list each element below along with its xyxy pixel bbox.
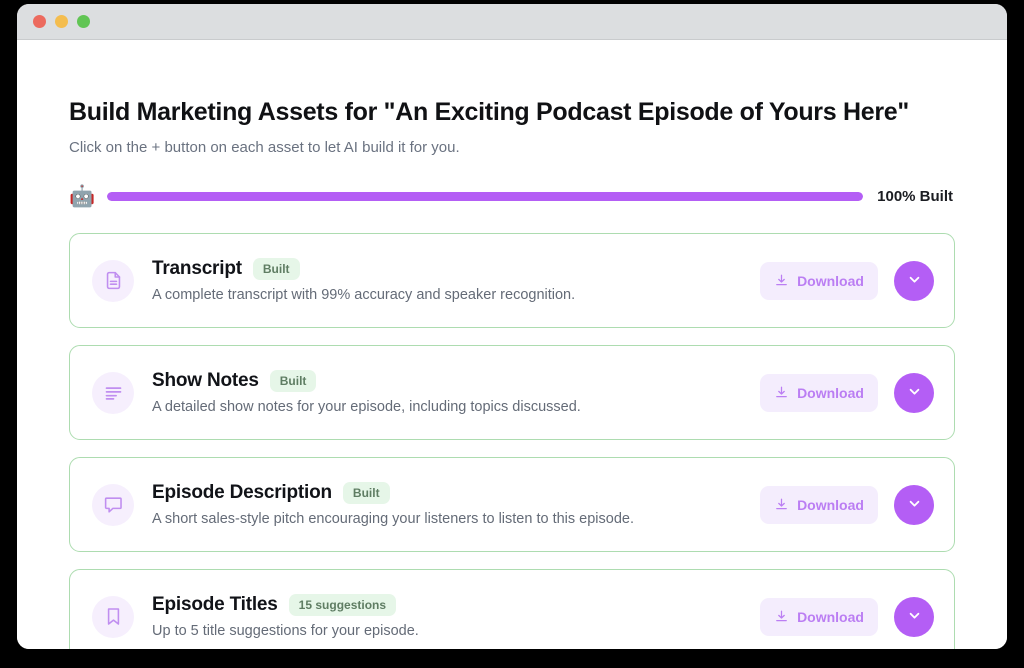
asset-text: Episode Description Built A short sales-st…	[152, 482, 746, 527]
progress-label: 100% Built	[877, 188, 953, 206]
asset-text: Show Notes Built A detailed show notes for…	[152, 370, 746, 415]
expand-asset-button[interactable]	[894, 596, 934, 637]
asset-title: Transcript	[152, 258, 242, 280]
asset-title: Episode Titles	[152, 594, 278, 616]
download-button[interactable]: Download	[760, 261, 878, 300]
asset-description: A complete transcript with 99% accuracy …	[152, 287, 576, 304]
asset-description: A detailed show notes for your episode, …	[152, 399, 581, 416]
asset-heading-row: Show Notes Built	[152, 370, 746, 393]
list-lines-icon	[92, 371, 134, 414]
download-button-label: Download	[797, 496, 864, 513]
status-badge: Built	[269, 370, 317, 393]
asset-actions: Download	[760, 484, 934, 525]
expand-asset-button[interactable]	[894, 484, 934, 525]
asset-actions: Download	[760, 372, 934, 413]
maximize-window-button[interactable]	[77, 15, 90, 28]
download-icon	[774, 385, 789, 400]
asset-text: Episode Titles 15 suggestions Up to 5 titl…	[152, 594, 746, 639]
asset-heading-row: Episode Description Built	[152, 482, 746, 505]
status-badge: Built	[252, 258, 300, 281]
download-icon	[774, 497, 789, 512]
asset-list: Transcript Built A complete transcript wit…	[69, 233, 955, 649]
asset-heading-row: Episode Titles 15 suggestions	[152, 594, 746, 617]
bookmark-icon	[92, 595, 134, 638]
download-button-label: Download	[797, 384, 864, 401]
minimize-window-button[interactable]	[55, 15, 68, 28]
download-button-label: Download	[797, 608, 864, 625]
document-icon	[92, 259, 134, 302]
asset-title: Episode Description	[152, 482, 332, 504]
asset-description: Up to 5 title suggestions for your episo…	[152, 623, 419, 640]
chevron-down-icon	[906, 271, 923, 291]
chevron-down-icon	[906, 607, 923, 627]
download-button[interactable]: Download	[760, 485, 878, 524]
status-badge: 15 suggestions	[288, 594, 397, 617]
page-subtitle: Click on the + button on each asset to l…	[69, 139, 460, 157]
asset-actions: Download	[760, 260, 934, 301]
page-title: Build Marketing Assets for "An Exciting …	[69, 98, 909, 126]
expand-asset-button[interactable]	[894, 260, 934, 301]
asset-title: Show Notes	[152, 370, 259, 392]
asset-card[interactable]: Episode Description Built A short sales-st…	[69, 457, 955, 553]
progress-bar-track	[107, 192, 864, 202]
expand-asset-button[interactable]	[894, 372, 934, 413]
asset-actions: Download	[760, 596, 934, 637]
asset-text: Transcript Built A complete transcript wit…	[152, 258, 746, 303]
download-button-label: Download	[797, 272, 864, 289]
asset-heading-row: Transcript Built	[152, 258, 746, 281]
asset-card[interactable]: Show Notes Built A detailed show notes for…	[69, 345, 955, 441]
build-progress: 🤖 100% Built	[69, 186, 955, 207]
app-window: Build Marketing Assets for "An Exciting …	[17, 4, 1007, 649]
chevron-down-icon	[906, 383, 923, 403]
status-badge: Built	[342, 482, 390, 505]
window-titlebar	[17, 4, 1007, 40]
chat-bubble-icon	[92, 483, 134, 526]
asset-description: A short sales-style pitch encouraging yo…	[152, 511, 634, 528]
robot-icon: 🤖	[69, 185, 96, 209]
download-button[interactable]: Download	[760, 373, 878, 412]
download-icon	[774, 609, 789, 624]
main-content: Build Marketing Assets for "An Exciting …	[17, 41, 1007, 649]
close-window-button[interactable]	[33, 15, 46, 28]
download-icon	[774, 273, 789, 288]
asset-card[interactable]: Transcript Built A complete transcript wit…	[69, 233, 955, 329]
asset-card[interactable]: Episode Titles 15 suggestions Up to 5 titl…	[69, 569, 955, 649]
progress-bar-fill	[107, 192, 864, 202]
chevron-down-icon	[906, 495, 923, 515]
download-button[interactable]: Download	[760, 597, 878, 636]
